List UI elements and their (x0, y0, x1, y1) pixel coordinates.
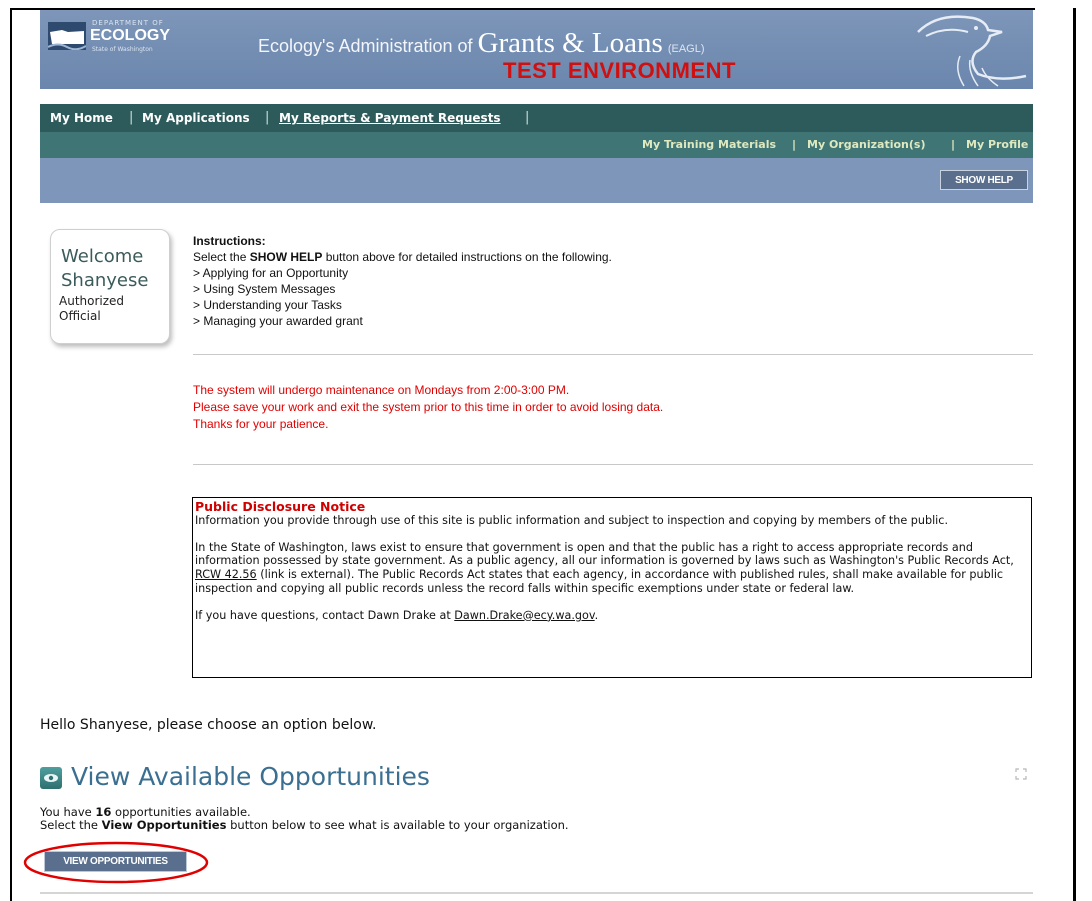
test-environment-label: TEST ENVIRONMENT (503, 58, 736, 83)
nav-separator: | (265, 110, 270, 125)
instructions-intro-prefix: Select the (193, 250, 250, 264)
highlight-circle-annotation (23, 841, 209, 884)
opportunities-description: You have 16 opportunities available. Sel… (40, 806, 569, 832)
disclosure-title: Public Disclosure Notice (195, 499, 366, 514)
divider (193, 464, 1033, 465)
instructions-intro: Select the SHOW HELP button above for de… (193, 249, 612, 265)
disclosure-paragraph-2: In the State of Washington, laws exist t… (195, 541, 1029, 595)
count-suffix: opportunities available. (111, 805, 251, 819)
public-disclosure-notice: Public Disclosure Notice Information you… (192, 497, 1032, 678)
nav-separator: | (525, 110, 530, 125)
org-name: ECOLOGY (90, 27, 171, 44)
maintenance-line: Please save your work and exit the syste… (193, 400, 664, 414)
expand-icon[interactable] (1015, 768, 1027, 780)
instruction-item: > Managing your awarded grant (193, 314, 363, 328)
primary-nav: My Home | My Applications | My Reports &… (40, 104, 1033, 132)
count-prefix: You have (40, 805, 96, 819)
nav-my-reports[interactable]: My Reports & Payment Requests (279, 111, 501, 125)
app-title: Ecology's Administration of Grants & Loa… (258, 27, 705, 60)
disclosure-paragraph-1: Information you provide through use of t… (195, 513, 948, 527)
title-prefix: Ecology's Administration of (258, 36, 473, 56)
washington-state-icon (48, 22, 86, 50)
eagle-icon (917, 15, 1027, 87)
opportunities-count: 16 (95, 805, 112, 819)
state-label: State of Washington (92, 46, 153, 53)
desc-suffix: button below to see what is available to… (226, 818, 569, 832)
instructions-intro-bold: SHOW HELP (249, 250, 323, 264)
instruction-item: > Applying for an Opportunity (193, 266, 349, 280)
instruction-item: > Using System Messages (193, 282, 336, 296)
rcw-link[interactable]: RCW 42.56 (195, 568, 257, 581)
nav-separator: | (951, 138, 956, 151)
ecology-logo[interactable]: DEPARTMENT OF ECOLOGY State of Washingto… (48, 18, 183, 56)
disclosure-p3-text: If you have questions, contact Dawn Drak… (195, 608, 455, 622)
nav-my-profile[interactable]: My Profile (966, 138, 1028, 151)
disclosure-p2-text: In the State of Washington, laws exist t… (195, 540, 1014, 568)
dept-label: DEPARTMENT OF (92, 19, 164, 27)
nav-my-organizations[interactable]: My Organization(s) (807, 138, 925, 151)
opportunities-title: View Available Opportunities (71, 762, 430, 791)
welcome-role: Authorized Official (59, 294, 125, 323)
nav-separator: | (129, 110, 134, 125)
maintenance-line: The system will undergo maintenance on M… (193, 383, 570, 397)
instruction-item: > Understanding your Tasks (193, 298, 342, 312)
section-divider (40, 892, 1033, 894)
disclosure-p2-text-after: (link is external). The Public Records A… (195, 567, 1004, 595)
title-main: Grants & Loans (477, 27, 663, 59)
show-help-button[interactable]: SHOW HELP (940, 170, 1028, 190)
divider (193, 354, 1033, 355)
welcome-card: Welcome Shanyese Authorized Official (50, 229, 170, 344)
desc-prefix: Select the (40, 818, 102, 832)
contact-email-link[interactable]: Dawn.Drake@ecy.wa.gov (454, 609, 594, 622)
help-bar: SHOW HELP (40, 158, 1033, 203)
instructions-panel: Instructions: Select the SHOW HELP butto… (193, 233, 612, 329)
hello-message: Hello Shanyese, please choose an option … (40, 717, 377, 733)
header-banner: DEPARTMENT OF ECOLOGY State of Washingto… (40, 10, 1033, 89)
eye-icon (44, 774, 58, 782)
page-border-right (1073, 8, 1076, 901)
secondary-nav: My Training Materials | My Organization(… (40, 132, 1033, 158)
nav-my-home[interactable]: My Home (50, 111, 113, 125)
welcome-name: Shanyese (61, 270, 149, 291)
desc-bold: View Opportunities (101, 818, 227, 832)
maintenance-line: Thanks for your patience. (193, 417, 329, 431)
welcome-greeting: Welcome (61, 246, 144, 267)
instructions-heading: Instructions: (193, 234, 266, 248)
nav-my-applications[interactable]: My Applications (142, 111, 250, 125)
opportunities-instruction-line: Select the View Opportunities button bel… (40, 819, 569, 832)
nav-separator: | (792, 138, 797, 151)
maintenance-notice: The system will undergo maintenance on M… (193, 382, 663, 433)
title-abbrev: (EAGL) (667, 43, 705, 55)
disclosure-p3-period: . (594, 608, 599, 622)
disclosure-paragraph-3: If you have questions, contact Dawn Drak… (195, 609, 1029, 623)
opportunities-icon (40, 767, 62, 789)
instructions-intro-suffix: button above for detailed instructions o… (322, 250, 612, 264)
nav-my-training-materials[interactable]: My Training Materials (642, 138, 776, 151)
